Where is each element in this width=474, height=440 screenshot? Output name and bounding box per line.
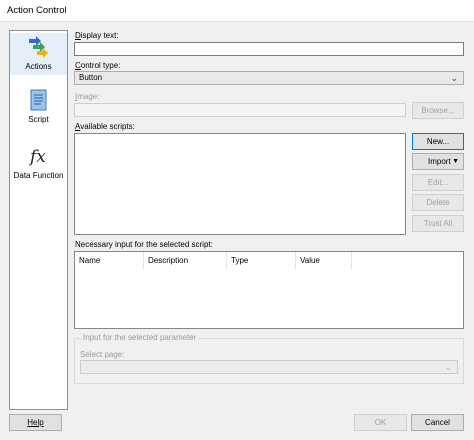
title-bar: Action Control [0,0,474,22]
sidebar-item-data-function[interactable]: fx Data Function [10,143,67,183]
parameter-group: Input for the selected parameter Select … [74,333,464,384]
arrows-icon [28,36,48,58]
sidebar-item-actions[interactable]: Actions [10,33,67,75]
sidebar-item-script[interactable]: Script [10,87,67,129]
sidebar: Actions Script fx Data Function [9,30,68,410]
image-input[interactable] [74,103,406,117]
display-text-label: Display text: [75,31,119,40]
caret-down-icon: ▼ [452,158,459,165]
parameter-group-label: Input for the selected parameter [81,333,199,342]
sidebar-item-label: Script [28,115,49,124]
edit-script-button[interactable]: Edit... [412,174,464,191]
display-text-input[interactable] [74,42,464,56]
browse-button[interactable]: Browse... [412,102,464,119]
control-type-label: Control type: [75,61,121,70]
chevron-down-icon: ⌄ [450,73,458,83]
function-icon: fx [28,147,46,167]
trust-all-button[interactable]: Trust All [412,215,464,232]
column-header-name[interactable]: Name [75,252,144,270]
delete-script-button[interactable]: Delete [412,194,464,211]
column-header-description[interactable]: Description [144,252,227,270]
image-label: Image: [75,92,100,101]
import-button[interactable]: Import ▼ [412,153,464,170]
necessary-input-label: Necessary input for the selected script: [75,240,213,249]
sidebar-item-label: Actions [25,62,52,71]
available-scripts-list[interactable] [74,133,406,235]
ok-button[interactable]: OK [354,414,407,431]
column-header-type[interactable]: Type [227,252,296,270]
script-icon [30,89,46,111]
new-script-button[interactable]: New... [412,133,464,150]
window-title: Action Control [7,5,67,16]
chevron-down-icon: ⌄ [444,362,452,372]
sidebar-item-label: Data Function [13,171,64,180]
cancel-button[interactable]: Cancel [411,414,464,431]
select-page-select[interactable]: ⌄ [80,360,458,374]
available-scripts-label: Available scripts: [75,122,135,131]
necessary-input-table[interactable]: Name Description Type Value [74,251,464,329]
column-header-value[interactable]: Value [296,252,352,270]
svg-text:fx: fx [28,147,46,167]
control-type-value: Button [79,73,103,82]
help-button[interactable]: Help [9,414,62,431]
select-page-label: Select page: [80,350,125,359]
control-type-select[interactable]: Button ⌄ [74,71,464,85]
